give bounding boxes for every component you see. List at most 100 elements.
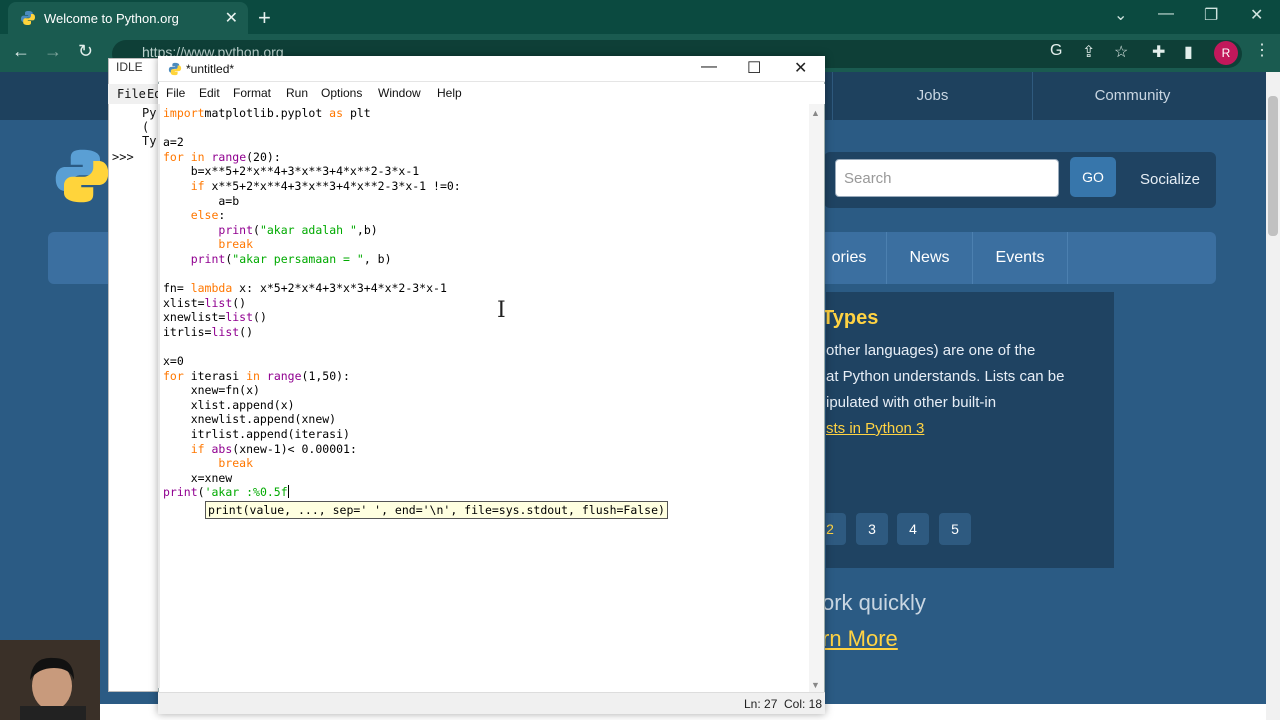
menu-edit[interactable]: Edit: [199, 86, 220, 100]
reload-icon[interactable]: ↻: [78, 41, 93, 62]
learn-more-link[interactable]: rn More: [822, 626, 898, 652]
code-token: break: [163, 237, 254, 252]
side-panel-icon[interactable]: ▮: [1184, 42, 1193, 62]
code-token: matplotlib.pyplot: [204, 106, 330, 120]
page-4-button[interactable]: 4: [897, 513, 929, 545]
code-token: itrlist.append(iterasi): [163, 427, 350, 442]
close-tab-icon[interactable]: ✕: [225, 8, 238, 28]
code-token: for: [163, 149, 184, 164]
mainnav-events[interactable]: Events: [972, 232, 1068, 284]
code-line: x=0: [163, 354, 461, 369]
menu-window[interactable]: Window: [378, 86, 421, 100]
menu-icon[interactable]: ⋮: [1254, 40, 1270, 60]
code-token: lambda: [190, 281, 233, 296]
code-line: print("akar persamaan = ", b): [163, 252, 461, 267]
menu-format[interactable]: Format: [233, 86, 271, 100]
scroll-down-icon[interactable]: ▼: [811, 680, 820, 690]
avatar[interactable]: R: [1214, 41, 1238, 65]
bookmark-star-icon[interactable]: ☆: [1114, 42, 1128, 62]
extensions-icon[interactable]: ✚: [1152, 42, 1165, 62]
editor-close-icon[interactable]: ✕: [794, 58, 807, 78]
code-token: range: [211, 149, 247, 164]
topnav-jobs[interactable]: Jobs: [832, 72, 1032, 120]
restore-icon[interactable]: ❐: [1204, 5, 1218, 25]
python-favicon-icon: [21, 11, 35, 25]
code-token: for: [163, 368, 184, 383]
code-token: a=b: [163, 193, 240, 208]
editor-maximize-icon[interactable]: ☐: [747, 58, 761, 78]
code-token: "akar persamaan = ": [232, 251, 364, 266]
code-line: importmatplotlib.pyplot as plt: [163, 106, 461, 121]
code-token: (): [232, 295, 247, 310]
page-5-button[interactable]: 5: [939, 513, 971, 545]
code-token: itrlis=: [163, 324, 212, 339]
google-icon[interactable]: G: [1050, 42, 1062, 60]
code-text-area[interactable]: importmatplotlib.pyplot as plt a=2 for in …: [163, 106, 461, 500]
code-line: xnewlist.append(xnew): [163, 412, 461, 427]
shell-line-3: Ty: [142, 134, 157, 148]
forward-icon[interactable]: →: [44, 41, 62, 62]
code-token: "akar adalah ": [259, 222, 357, 237]
code-token: 'akar :%0.5f: [204, 485, 288, 500]
code-token: (: [253, 222, 260, 237]
shell-menu-file[interactable]: File: [117, 87, 146, 101]
person-icon: [0, 640, 100, 720]
topnav-community[interactable]: Community: [1032, 72, 1232, 120]
go-button[interactable]: GO: [1070, 157, 1116, 197]
status-column: Col: 18: [784, 697, 823, 711]
editor-minimize-icon[interactable]: —: [701, 58, 717, 76]
scroll-up-icon[interactable]: ▲: [811, 108, 820, 118]
editor-scrollbar[interactable]: [809, 104, 824, 692]
code-line: b=x**5+2*x**4+3*x**3+4*x**2-3*x-1: [163, 164, 461, 179]
share-icon[interactable]: ⇪: [1082, 42, 1095, 62]
editor-titlebar[interactable]: [158, 56, 825, 82]
code-line: xlist.append(x): [163, 398, 461, 413]
code-token: x: x*5+2*x*4+3*x*3+4*x*2-3*x-1: [232, 281, 447, 296]
code-token: list: [225, 310, 254, 325]
code-line: a=b: [163, 194, 461, 209]
code-token: (20):: [246, 149, 281, 164]
webcam-overlay: [0, 640, 100, 720]
code-token: import: [163, 106, 205, 120]
mainnav-news[interactable]: News: [886, 232, 972, 284]
new-tab-icon[interactable]: +: [258, 5, 271, 31]
work-heading: ork quickly: [822, 590, 926, 615]
editor-title: *untitled*: [186, 62, 235, 76]
close-window-icon[interactable]: ✕: [1250, 5, 1263, 25]
menu-file[interactable]: File: [166, 86, 185, 100]
code-token: if: [163, 441, 205, 456]
page-scrollbar-thumb[interactable]: [1268, 96, 1278, 236]
search-input[interactable]: Search: [835, 159, 1059, 197]
body-line-2: at Python understands. Lists can be: [826, 368, 1065, 385]
code-token: , b): [363, 251, 392, 266]
code-line: break: [163, 456, 461, 471]
browser-tab[interactable]: Welcome to Python.org ✕: [8, 2, 248, 34]
code-lines[interactable]: importmatplotlib.pyplot as plt a=2 for in …: [163, 106, 461, 500]
code-line: for iterasi in range(1,50):: [163, 369, 461, 384]
code-token: (): [239, 324, 254, 339]
menu-run[interactable]: Run: [286, 86, 308, 100]
code-token: x**5+2*x**4+3*x**3+4*x**2-3*x-1 !=0:: [204, 178, 461, 193]
socialize-link[interactable]: Socialize: [1140, 171, 1200, 188]
shell-prompt: >>>: [112, 150, 134, 164]
body-line-3: ipulated with other built-in: [826, 394, 997, 411]
back-icon[interactable]: ←: [12, 41, 30, 62]
code-token: break: [163, 456, 254, 471]
code-line: x=xnew: [163, 471, 461, 486]
menu-help[interactable]: Help: [437, 86, 462, 100]
lists-link[interactable]: sts in Python 3: [826, 420, 924, 437]
page-3-button[interactable]: 3: [856, 513, 888, 545]
menu-options[interactable]: Options: [321, 86, 362, 100]
code-token: in: [246, 368, 260, 383]
code-token: :: [218, 208, 226, 223]
code-line: a=2: [163, 135, 461, 150]
minimize-icon[interactable]: —: [1158, 5, 1174, 23]
code-line: itrlis=list(): [163, 325, 461, 340]
code-line: print("akar adalah ",b): [163, 223, 461, 238]
code-token: (): [253, 310, 267, 325]
chevron-down-icon[interactable]: ⌄: [1114, 5, 1127, 25]
code-token: xnew=fn(x): [163, 383, 260, 398]
